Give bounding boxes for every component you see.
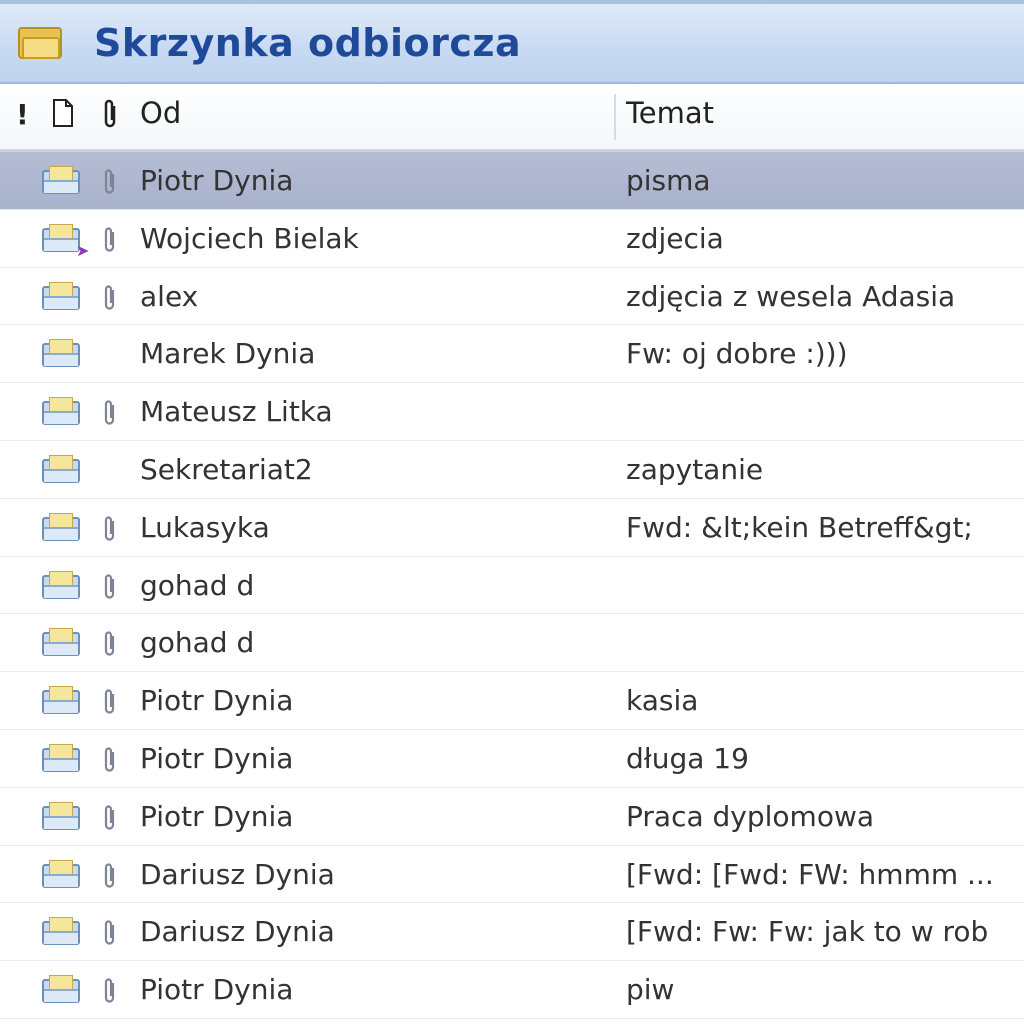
folder-title-bar: Skrzynka odbiorcza	[0, 0, 1024, 84]
message-from: Dariusz Dynia	[140, 857, 335, 891]
message-row[interactable]: gohad d	[0, 614, 1024, 673]
message-from: Mateusz Litka	[140, 395, 333, 429]
message-from: Lukasyka	[140, 510, 270, 544]
message-subject: zdjęcia z wesela Adasia	[626, 279, 956, 313]
message-from: alex	[140, 279, 199, 313]
read-envelope-icon	[42, 743, 82, 774]
message-from: Piotr Dynia	[140, 164, 294, 197]
attachment-icon	[104, 515, 118, 543]
message-from: Piotr Dynia	[140, 799, 294, 833]
message-subject: piw	[626, 973, 675, 1007]
attachment-icon	[104, 226, 118, 254]
message-from: gohad d	[140, 626, 255, 660]
message-row[interactable]: Marek Dynia Fw: oj dobre :)))	[0, 325, 1024, 384]
folder-title: Skrzynka odbiorcza	[94, 21, 522, 65]
message-row[interactable]: Piotr Dynia Praca dyplomowa	[0, 787, 1024, 846]
message-subject: Fwd: &lt;kein Betreff&gt;	[626, 510, 973, 544]
read-envelope-icon	[42, 339, 82, 369]
read-envelope-icon	[42, 917, 82, 947]
read-envelope-icon	[42, 570, 82, 601]
inbox-folder-icon	[16, 23, 64, 63]
importance-column-icon[interactable]: !	[16, 98, 29, 131]
message-row[interactable]: Piotr Dynia piw	[0, 961, 1024, 1019]
paperclip-icon[interactable]	[102, 98, 120, 137]
message-row[interactable]: Mateusz Litka	[0, 383, 1024, 441]
message-from: Piotr Dynia	[140, 973, 294, 1007]
message-subject: pisma	[626, 164, 711, 197]
message-subject: Praca dyplomowa	[626, 799, 875, 833]
attachment-icon	[104, 977, 118, 1005]
message-row[interactable]: Lukasyka Fwd: &lt;kein Betreff&gt;	[0, 498, 1024, 557]
attachment-icon	[104, 284, 118, 312]
mail-window: Skrzynka odbiorcza ! Od Temat Piotr Dyni…	[0, 0, 1024, 1024]
attachment-icon	[104, 630, 118, 658]
message-from: Dariusz Dynia	[140, 915, 335, 949]
attachment-icon	[104, 573, 118, 601]
message-row[interactable]: Piotr Dynia kasia	[0, 672, 1024, 730]
message-subject: długa 19	[626, 741, 749, 775]
message-row[interactable]: Dariusz Dynia [Fwd: [Fwd: FW: hmmm ...	[0, 845, 1024, 904]
attachment-icon	[104, 399, 118, 427]
message-row[interactable]: ➤ Wojciech Bielak zdjecia	[0, 209, 1024, 268]
read-envelope-icon	[42, 859, 82, 890]
message-list: Piotr Dynia pisma ➤ Wojciech Bielak zdjecia a…	[0, 152, 1024, 1019]
message-row[interactable]: Piotr Dynia długa 19	[0, 729, 1024, 788]
read-envelope-icon	[42, 281, 82, 312]
read-envelope-icon	[42, 801, 82, 832]
message-from: Piotr Dynia	[140, 684, 294, 718]
subject-column-header[interactable]: Temat	[626, 96, 714, 130]
document-icon[interactable]	[52, 98, 74, 135]
forwarded-envelope-icon: ➤	[42, 223, 89, 258]
read-envelope-icon	[42, 686, 82, 716]
read-envelope-icon	[42, 166, 82, 196]
message-row[interactable]: gohad d	[0, 556, 1024, 615]
message-row[interactable]: Dariusz Dynia [Fwd: Fw: Fw: jak to w rob	[0, 903, 1024, 962]
message-row[interactable]: Sekretariat2 zapytanie	[0, 440, 1024, 499]
message-row[interactable]: Piotr Dynia pisma	[0, 152, 1024, 210]
read-envelope-icon	[42, 397, 82, 427]
message-from: Piotr Dynia	[140, 741, 294, 775]
read-envelope-icon	[42, 512, 82, 543]
message-subject: [Fwd: Fw: Fw: jak to w rob	[626, 915, 989, 949]
attachment-icon	[104, 746, 118, 774]
message-from: gohad d	[140, 568, 255, 602]
column-header-row: ! Od Temat	[0, 84, 1024, 152]
message-subject: Fw: oj dobre :)))	[626, 337, 848, 371]
message-subject: zapytanie	[626, 452, 764, 486]
message-subject: kasia	[626, 684, 699, 718]
message-row[interactable]: alex zdjęcia z wesela Adasia	[0, 267, 1024, 326]
attachment-icon	[104, 862, 118, 890]
attachment-icon	[104, 168, 118, 196]
attachment-icon	[104, 919, 118, 947]
from-column-header[interactable]: Od	[140, 96, 181, 130]
read-envelope-icon	[42, 454, 82, 485]
attachment-icon	[104, 688, 118, 716]
message-subject: [Fwd: [Fwd: FW: hmmm ...	[626, 857, 994, 891]
message-subject: zdjecia	[626, 221, 724, 255]
message-from: Wojciech Bielak	[140, 221, 359, 255]
read-envelope-icon	[42, 628, 82, 658]
read-envelope-icon	[42, 975, 82, 1005]
column-separator[interactable]	[614, 94, 616, 140]
attachment-icon	[104, 804, 118, 832]
message-from: Marek Dynia	[140, 337, 316, 371]
message-from: Sekretariat2	[140, 452, 313, 486]
